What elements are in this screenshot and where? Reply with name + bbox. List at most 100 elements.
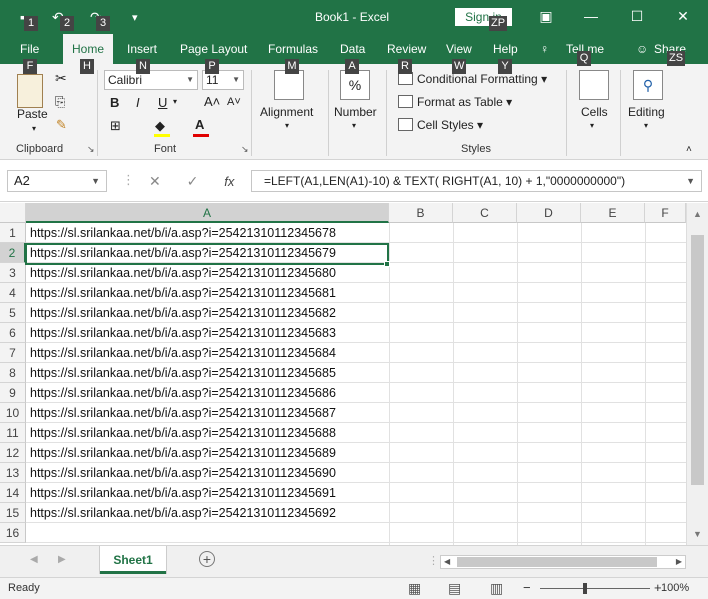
cells-button[interactable]: Cells — [581, 105, 608, 119]
maximize-icon[interactable]: ☐ — [626, 6, 648, 26]
increase-font-icon[interactable]: A˄ — [204, 94, 220, 109]
format-as-table-button[interactable]: Format as Table ▾ — [398, 95, 512, 109]
alignment-dropdown-icon[interactable]: ▾ — [285, 121, 289, 130]
copy-icon[interactable]: ⎘ — [55, 94, 65, 110]
tab-help[interactable]: Help — [493, 42, 518, 56]
scroll-right-icon[interactable]: ▶ — [676, 557, 682, 566]
enter-icon[interactable]: ✓ — [187, 173, 199, 189]
number-dropdown-icon[interactable]: ▾ — [352, 121, 356, 130]
ribbon-display-icon[interactable]: ▣ — [535, 6, 557, 26]
borders-icon[interactable]: ⊞ — [110, 118, 121, 134]
zoom-level[interactable]: 100% — [661, 582, 689, 594]
editing-button[interactable]: Editing — [628, 105, 665, 119]
underline-dropdown-icon[interactable]: ▾ — [173, 97, 177, 106]
row-header-4[interactable]: 4 — [0, 283, 26, 303]
clipboard-launcher-icon[interactable]: ↘ — [87, 144, 95, 155]
column-header-a[interactable]: A — [26, 203, 389, 223]
format-painter-icon[interactable]: ✎ — [56, 117, 67, 133]
tab-view[interactable]: View — [446, 42, 472, 56]
row-header-11[interactable]: 11 — [0, 423, 26, 443]
decrease-font-icon[interactable]: A˅ — [227, 96, 241, 108]
tab-data[interactable]: Data — [340, 42, 365, 56]
scroll-down-icon[interactable]: ▼ — [693, 529, 702, 539]
cell-a3[interactable]: https://sl.srilankaa.net/b/i/a.asp?i=254… — [30, 263, 336, 283]
cell-a9[interactable]: https://sl.srilankaa.net/b/i/a.asp?i=254… — [30, 383, 336, 403]
cancel-icon[interactable]: ✕ — [149, 173, 161, 189]
alignment-icon[interactable] — [274, 70, 304, 100]
column-header-d[interactable]: D — [517, 203, 581, 223]
row-header-16[interactable]: 16 — [0, 523, 26, 543]
row-header-2[interactable]: 2 — [0, 243, 26, 263]
tab-file[interactable]: File — [20, 42, 39, 56]
row-header-6[interactable]: 6 — [0, 323, 26, 343]
paste-icon[interactable] — [17, 74, 43, 108]
font-color-icon[interactable]: A — [195, 117, 204, 132]
spreadsheet-grid[interactable]: A B C D E F 1 https://sl.srilankaa.net/b/… — [0, 203, 708, 545]
page-break-view-icon[interactable]: ▥ — [490, 580, 503, 597]
next-sheet-icon[interactable]: ▶ — [58, 554, 66, 565]
row-header-10[interactable]: 10 — [0, 403, 26, 423]
zoom-slider-track[interactable] — [540, 588, 650, 589]
row-header-8[interactable]: 8 — [0, 363, 26, 383]
column-header-f[interactable]: F — [645, 203, 686, 223]
cell-a5[interactable]: https://sl.srilankaa.net/b/i/a.asp?i=254… — [30, 303, 336, 323]
fill-color-icon[interactable]: ◆ — [155, 118, 165, 134]
page-layout-view-icon[interactable]: ▤ — [448, 580, 461, 597]
name-box[interactable]: A2 ▼ — [7, 170, 107, 192]
cell-a7[interactable]: https://sl.srilankaa.net/b/i/a.asp?i=254… — [30, 343, 336, 363]
normal-view-icon[interactable]: ▦ — [408, 580, 421, 597]
row-header-3[interactable]: 3 — [0, 263, 26, 283]
horizontal-scroll-thumb[interactable] — [457, 557, 657, 567]
prev-sheet-icon[interactable]: ◀ — [30, 554, 38, 565]
formula-input[interactable]: =LEFT(A1,LEN(A1)-10) & TEXT( RIGHT(A1, 1… — [251, 170, 702, 192]
cut-icon[interactable]: ✂ — [55, 70, 67, 87]
sheet-tab-sheet1[interactable]: Sheet1 — [100, 546, 166, 574]
conditional-formatting-button[interactable]: Conditional Formatting ▾ — [398, 72, 547, 86]
scroll-up-icon[interactable]: ▲ — [693, 209, 702, 219]
row-header-12[interactable]: 12 — [0, 443, 26, 463]
cell-a1[interactable]: https://sl.srilankaa.net/b/i/a.asp?i=254… — [30, 223, 336, 243]
customize-qat-icon[interactable]: ▾ — [132, 11, 138, 24]
italic-button[interactable]: I — [136, 95, 140, 110]
column-header-b[interactable]: B — [389, 203, 453, 223]
insert-function-icon[interactable]: fx — [224, 174, 234, 189]
alignment-button[interactable]: Alignment — [260, 105, 313, 119]
minimize-icon[interactable]: — — [580, 6, 602, 26]
fill-handle[interactable] — [384, 261, 390, 267]
vertical-scrollbar[interactable]: ▲ ▼ — [686, 203, 708, 545]
row-header-13[interactable]: 13 — [0, 463, 26, 483]
cells-icon[interactable] — [579, 70, 609, 100]
row-header-14[interactable]: 14 — [0, 483, 26, 503]
cell-a8[interactable]: https://sl.srilankaa.net/b/i/a.asp?i=254… — [30, 363, 336, 383]
cell-a12[interactable]: https://sl.srilankaa.net/b/i/a.asp?i=254… — [30, 443, 336, 463]
collapse-ribbon-icon[interactable]: ˄ — [686, 144, 692, 155]
tab-page-layout[interactable]: Page Layout — [180, 42, 247, 56]
row-header-1[interactable]: 1 — [0, 223, 26, 243]
editing-dropdown-icon[interactable]: ▾ — [644, 121, 648, 130]
number-format-icon[interactable]: % — [340, 70, 370, 100]
row-header-5[interactable]: 5 — [0, 303, 26, 323]
row-header-7[interactable]: 7 — [0, 343, 26, 363]
cells-dropdown-icon[interactable]: ▾ — [590, 121, 594, 130]
close-icon[interactable]: ✕ — [672, 6, 694, 26]
cell-a13[interactable]: https://sl.srilankaa.net/b/i/a.asp?i=254… — [30, 463, 336, 483]
column-header-e[interactable]: E — [581, 203, 645, 223]
column-header-c[interactable]: C — [453, 203, 517, 223]
paste-button[interactable]: Paste — [17, 107, 48, 121]
zoom-out-button[interactable]: − — [523, 580, 531, 595]
underline-button[interactable]: U — [158, 95, 167, 110]
scroll-left-icon[interactable]: ◀ — [444, 557, 450, 566]
select-all-corner[interactable] — [0, 203, 26, 223]
tab-insert[interactable]: Insert — [127, 42, 157, 56]
bold-button[interactable]: B — [110, 95, 119, 110]
zoom-slider-thumb[interactable] — [583, 583, 587, 594]
number-button[interactable]: Number — [334, 105, 377, 119]
cell-styles-button[interactable]: Cell Styles ▾ — [398, 118, 483, 132]
cell-a10[interactable]: https://sl.srilankaa.net/b/i/a.asp?i=254… — [30, 403, 336, 423]
tab-review[interactable]: Review — [387, 42, 426, 56]
tab-split-handle-icon[interactable]: ⋮ — [428, 554, 439, 567]
font-launcher-icon[interactable]: ↘ — [241, 144, 249, 155]
row-header-15[interactable]: 15 — [0, 503, 26, 523]
cell-a11[interactable]: https://sl.srilankaa.net/b/i/a.asp?i=254… — [30, 423, 336, 443]
cell-a4[interactable]: https://sl.srilankaa.net/b/i/a.asp?i=254… — [30, 283, 336, 303]
